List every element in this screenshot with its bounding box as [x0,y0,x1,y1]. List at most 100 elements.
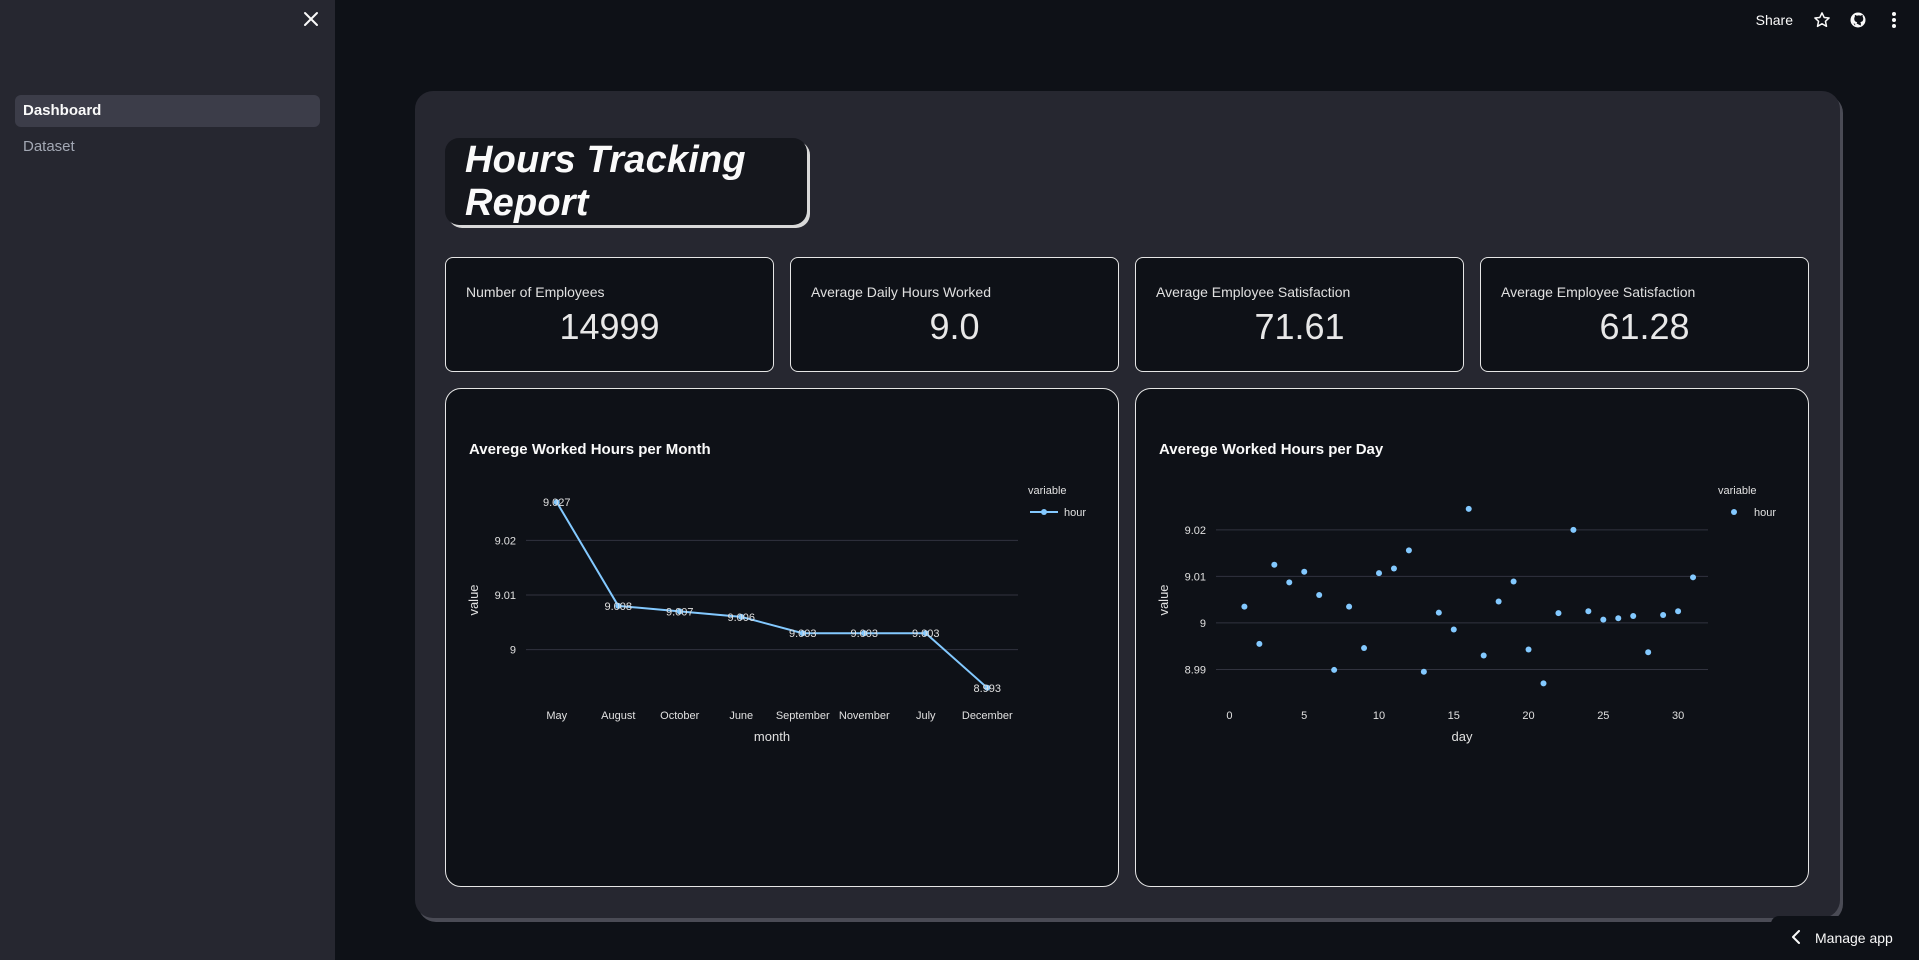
metric-card-employees: Number of Employees 14999 [445,257,774,372]
data-point [1346,603,1353,610]
x-tick-label: September [776,710,830,722]
metric-label: Number of Employees [466,284,605,300]
data-point [1480,652,1487,659]
data-point [1331,666,1338,673]
legend-item-label: hour [1064,507,1086,519]
sidebar-item-dashboard[interactable]: Dashboard [15,95,320,127]
y-tick-label: 8.99 [1185,664,1206,676]
y-tick-label: 9.02 [495,535,516,547]
data-label: 9.027 [543,497,571,509]
metric-card-satisfaction-2: Average Employee Satisfaction 61.28 [1480,257,1809,372]
sidebar-item-dataset[interactable]: Dataset [15,131,320,163]
x-tick-label: December [962,710,1013,722]
chart-title: Averege Worked Hours per Month [469,441,711,458]
y-tick-label: 9 [510,645,516,657]
y-tick-label: 9 [1200,618,1206,630]
x-tick-label: June [729,710,753,722]
x-tick-label: 25 [1597,710,1609,722]
data-point [1555,610,1562,617]
data-point [1435,609,1442,616]
y-axis-title: value [466,584,481,615]
metric-card-satisfaction-1: Average Employee Satisfaction 71.61 [1135,257,1464,372]
data-point [1390,565,1397,572]
y-tick-label: 9.02 [1185,525,1206,537]
data-point [1660,612,1667,619]
legend-marker [1041,509,1047,515]
x-tick-label: 5 [1301,710,1307,722]
metric-value: 9.0 [929,306,980,347]
title-box: Hours Tracking Report [445,138,807,225]
metric-label: Average Employee Satisfaction [1501,284,1696,300]
data-label: 9.003 [850,628,878,640]
data-point [1241,603,1248,610]
data-point [1525,646,1532,653]
x-axis-title: day [1452,729,1473,744]
metric-label: Average Employee Satisfaction [1156,284,1351,300]
data-point [1495,598,1502,605]
chart-title: Averege Worked Hours per Day [1159,441,1384,458]
data-point [1510,578,1517,585]
y-tick-label: 9.01 [495,590,516,602]
data-point [1645,649,1652,656]
data-point [1585,608,1592,615]
github-icon[interactable] [1847,9,1869,31]
data-point [1465,505,1472,512]
x-tick-label: 10 [1373,710,1385,722]
data-point [1600,616,1607,623]
y-axis-title: value [1156,584,1171,615]
more-vertical-icon[interactable] [1883,9,1905,31]
x-axis-title: month [754,729,790,744]
metric-card-daily-hours: Average Daily Hours Worked 9.0 [790,257,1119,372]
data-point [1570,526,1577,533]
data-label: 9.008 [604,601,632,613]
x-tick-label: 15 [1448,710,1460,722]
data-label: 9.003 [789,628,817,640]
data-point [1376,570,1383,577]
day-scatter-chart[interactable]: Averege Worked Hours per Day 8.99 9 9.01 9.0… [1136,389,1810,888]
y-tick-label: 9.01 [1185,571,1206,583]
x-tick-label: August [601,710,635,722]
data-label: 8.993 [973,683,1001,695]
legend-title: variable [1028,485,1067,497]
data-point [1316,592,1323,598]
main-container: Hours Tracking Report Number of Employee… [415,91,1840,918]
month-line-chart[interactable]: Averege Worked Hours per Month 9 9.01 9.02 v… [446,389,1120,888]
data-point [1286,579,1293,586]
data-point [1690,574,1697,581]
data-label: 9.003 [912,628,940,640]
x-tick-label: May [546,710,567,722]
metric-value: 61.28 [1599,306,1690,347]
share-button[interactable]: Share [1756,12,1793,28]
x-tick-label: 20 [1522,710,1534,722]
chart-card-day: Averege Worked Hours per Day 8.99 9 9.01 9.0… [1135,388,1809,887]
header-toolbar: Share [1756,0,1919,40]
metric-value: 71.61 [1254,306,1345,347]
star-icon[interactable] [1811,9,1833,31]
page-title: Hours Tracking Report [465,138,746,224]
data-label: 9.006 [727,612,755,624]
manage-app-button[interactable]: Manage app [1771,916,1919,960]
data-label: 9.007 [666,606,694,618]
metric-value: 14999 [559,306,660,347]
data-point [1540,680,1547,687]
data-point [1361,645,1368,652]
chart-card-month: Averege Worked Hours per Month 9 9.01 9.02 v… [445,388,1119,887]
x-tick-label: July [916,710,936,722]
manage-app-label: Manage app [1815,930,1893,946]
x-tick-label: October [660,710,699,722]
close-icon[interactable] [300,10,322,32]
x-tick-label: 30 [1672,710,1684,722]
data-point [1450,626,1457,633]
data-point [1630,612,1637,619]
metric-label: Average Daily Hours Worked [811,284,992,300]
data-point [1271,561,1278,568]
data-point [1301,568,1308,575]
sidebar: Dashboard Dataset [0,0,335,960]
data-point [1675,608,1682,615]
legend-item-label: hour [1754,507,1776,519]
data-point [1615,615,1622,622]
chevron-left-icon [1791,929,1801,947]
data-point [1420,668,1427,675]
data-point [1256,640,1263,647]
legend-title: variable [1718,485,1757,497]
